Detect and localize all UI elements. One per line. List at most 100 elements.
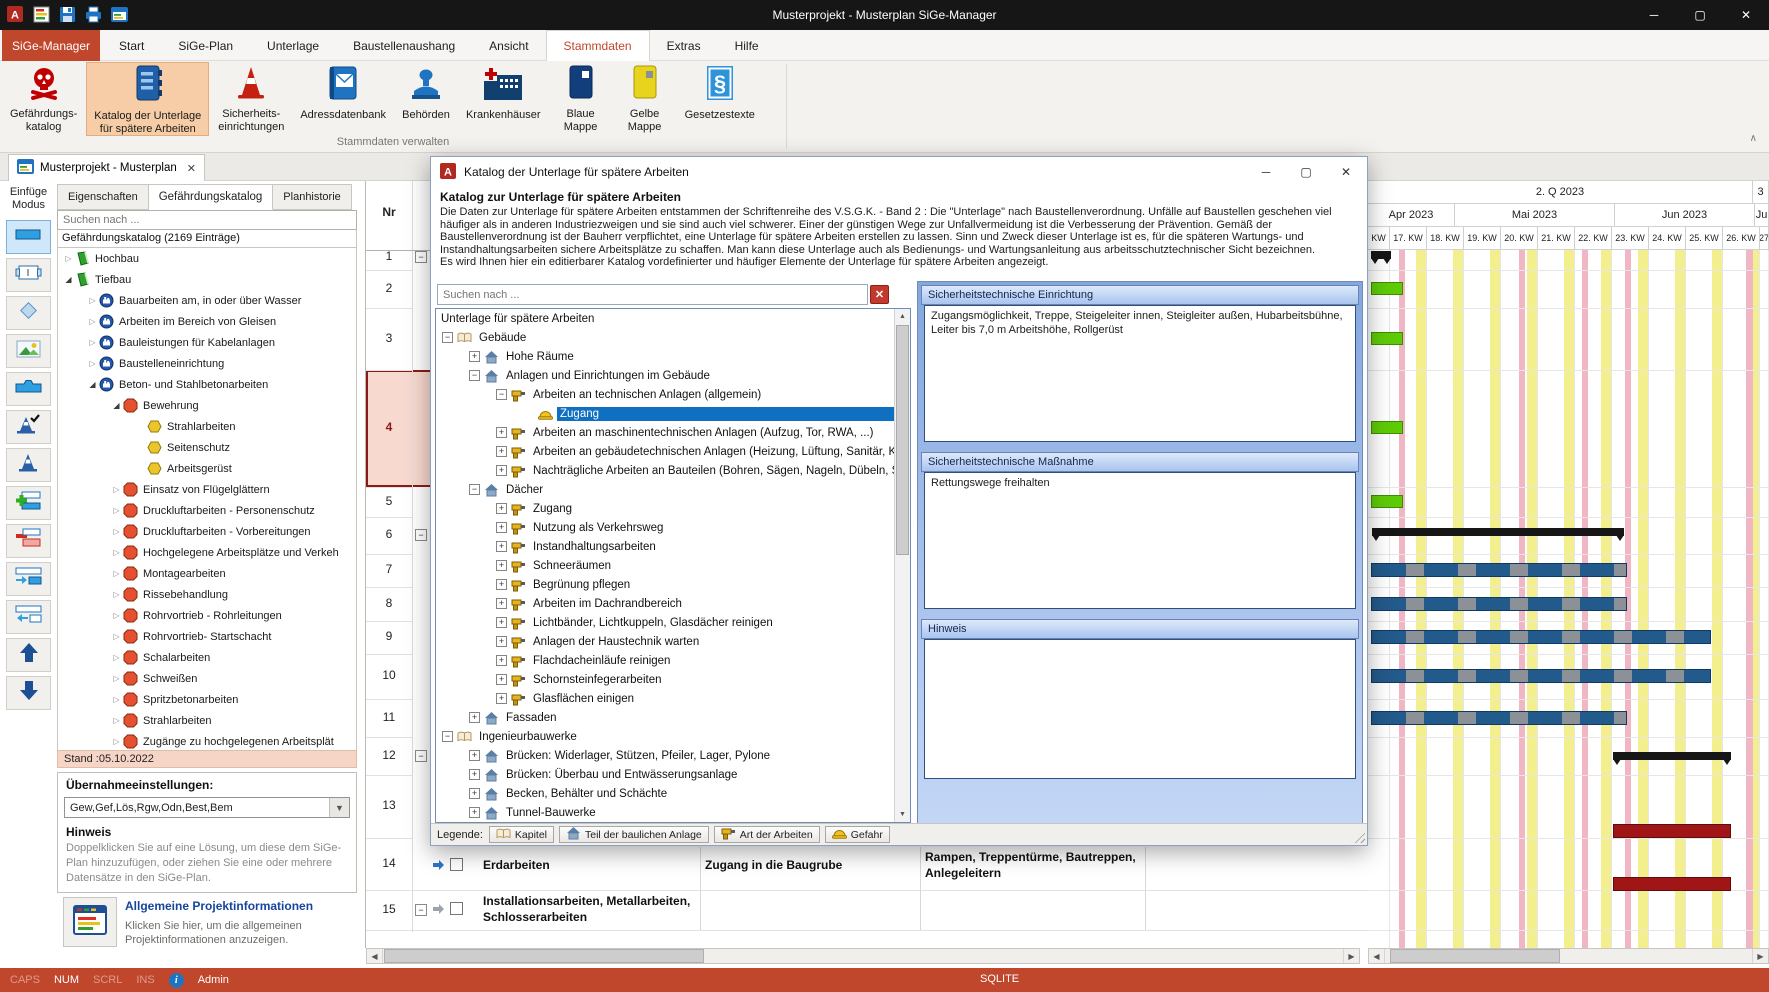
legend-gefahr[interactable]: Gefahr bbox=[824, 826, 890, 843]
row-number-1[interactable]: 1 bbox=[366, 249, 412, 263]
tool-cone-button[interactable] bbox=[6, 448, 51, 482]
dialog-tree-item-becken-behälter-und-schächte[interactable]: + Becken, Behälter und Schächte bbox=[436, 784, 894, 803]
tree-item-bauarbeiten-am-in-oder-über-wasser[interactable]: ▷ Bauarbeiten am, in oder über Wasser bbox=[58, 290, 356, 311]
tree-item-zugänge-zu-hochgelegenen-arbeitsplät[interactable]: ▷ Zugänge zu hochgelegenen Arbeitsplät bbox=[58, 731, 356, 750]
gantt-bar-sum[interactable] bbox=[1372, 528, 1624, 541]
cell-gewerk-14[interactable]: Erdarbeiten bbox=[483, 857, 693, 873]
row-number-7[interactable]: 7 bbox=[366, 562, 412, 576]
table-scrollbar-thumb[interactable] bbox=[384, 949, 704, 963]
collapse-icon[interactable]: − bbox=[442, 332, 453, 343]
tree-item-baustelleneinrichtung[interactable]: ▷ Baustelleneinrichtung bbox=[58, 353, 356, 374]
info-icon[interactable]: i bbox=[168, 972, 184, 988]
note-text[interactable] bbox=[924, 639, 1356, 779]
ribbon-button-sicherheits-einrichtungen[interactable]: Sicherheits- einrichtungen bbox=[211, 62, 291, 136]
expand-icon[interactable]: + bbox=[469, 788, 480, 799]
menu-tab-baustellenaushang[interactable]: Baustellenaushang bbox=[336, 30, 472, 61]
collapsed-icon[interactable]: ▷ bbox=[110, 569, 123, 578]
expand-icon[interactable]: + bbox=[496, 598, 507, 609]
tree-item-rohrvortrieb-startschacht[interactable]: ▷ Rohrvortrieb- Startschacht bbox=[58, 626, 356, 647]
gantt-bar-seg[interactable] bbox=[1371, 711, 1627, 725]
row-number-5[interactable]: 5 bbox=[366, 494, 412, 508]
dialog-tree-item-arbeiten-an-technischen-anlagen-allgemein[interactable]: − Arbeiten an technischen Anlagen (allgem… bbox=[436, 385, 894, 404]
menu-tab-sige-manager[interactable]: SiGe-Manager bbox=[2, 30, 100, 61]
tab-planhistorie[interactable]: Planhistorie bbox=[273, 184, 352, 210]
row-collapse-icon[interactable]: − bbox=[415, 529, 427, 541]
menu-tab-start[interactable]: Start bbox=[102, 30, 161, 61]
tree-item-schweißen[interactable]: ▷ Schweißen bbox=[58, 668, 356, 689]
dialog-tree-item-schornsteinfegerarbeiten[interactable]: + Schornsteinfegerarbeiten bbox=[436, 670, 894, 689]
tree-item-seitenschutz[interactable]: Seitenschutz bbox=[58, 437, 356, 458]
tree-item-schalarbeiten[interactable]: ▷ Schalarbeiten bbox=[58, 647, 356, 668]
row-number-12[interactable]: 12 bbox=[366, 748, 412, 762]
expand-icon[interactable]: + bbox=[496, 446, 507, 457]
row-number-6[interactable]: 6 bbox=[366, 527, 412, 541]
cell-gefahr-14[interactable]: Zugang in die Baugrube bbox=[705, 857, 915, 873]
tool-bar-button[interactable] bbox=[6, 220, 51, 254]
collapse-icon[interactable]: − bbox=[496, 389, 507, 400]
cell-loesung-14[interactable]: Rampen, Treppentürme, Bautreppen, Anlege… bbox=[925, 849, 1143, 881]
legend-art-der-arbeiten[interactable]: Art der Arbeiten bbox=[713, 826, 820, 843]
tool-bar2-button[interactable] bbox=[6, 372, 51, 406]
dialog-tree-item-fassaden[interactable]: + Fassaden bbox=[436, 708, 894, 727]
expand-icon[interactable]: + bbox=[469, 712, 480, 723]
dialog-tree-item-begrünung-pflegen[interactable]: + Begrünung pflegen bbox=[436, 575, 894, 594]
scroll-right-icon[interactable]: ▶ bbox=[1343, 949, 1359, 963]
expand-icon[interactable]: + bbox=[496, 560, 507, 571]
scroll-down-icon[interactable]: ▼ bbox=[895, 807, 910, 822]
maximize-button[interactable]: ▢ bbox=[1677, 0, 1723, 30]
tool-rowremove-button[interactable] bbox=[6, 524, 51, 558]
dialog-tree-item-nutzung-als-verkehrsweg[interactable]: + Nutzung als Verkehrsweg bbox=[436, 518, 894, 537]
collapsed-icon[interactable]: ▷ bbox=[62, 254, 75, 263]
tree-item-beton-und-stahlbetonarbeiten[interactable]: ◢ Beton- und Stahlbetonarbeiten bbox=[58, 374, 356, 395]
expand-icon[interactable]: + bbox=[496, 503, 507, 514]
collapsed-icon[interactable]: ▷ bbox=[110, 674, 123, 683]
tool-insleft-button[interactable] bbox=[6, 600, 51, 634]
collapsed-icon[interactable]: ▷ bbox=[110, 590, 123, 599]
dialog-tree-item-schneeräumen[interactable]: + Schneeräumen bbox=[436, 556, 894, 575]
row-number-13[interactable]: 13 bbox=[366, 798, 412, 812]
dialog-tree-scrollbar[interactable]: ▲ ▼ bbox=[894, 309, 910, 822]
tree-item-einsatz-von-flügelglättern[interactable]: ▷ Einsatz von Flügelglättern bbox=[58, 479, 356, 500]
dialog-tree-item-flachdacheinläufe-reinigen[interactable]: + Flachdacheinläufe reinigen bbox=[436, 651, 894, 670]
row-number-8[interactable]: 8 bbox=[366, 596, 412, 610]
row-collapse-icon[interactable]: − bbox=[415, 904, 427, 916]
project-info-button[interactable] bbox=[63, 897, 117, 947]
tool-insright-button[interactable] bbox=[6, 562, 51, 596]
gantt-bar-seg[interactable] bbox=[1371, 669, 1711, 683]
collapsed-icon[interactable]: ▷ bbox=[110, 695, 123, 704]
dialog-tree-item-anlagen-der-haustechnik-warten[interactable]: + Anlagen der Haustechnik warten bbox=[436, 632, 894, 651]
project-info-title[interactable]: Allgemeine Projektinformationen bbox=[125, 899, 313, 913]
row-collapse-icon[interactable]: − bbox=[415, 750, 427, 762]
tree-item-spritzbetonarbeiten[interactable]: ▷ Spritzbetonarbeiten bbox=[58, 689, 356, 710]
dialog-tree-root[interactable]: Unterlage für spätere Arbeiten bbox=[436, 309, 894, 328]
expand-icon[interactable]: + bbox=[496, 427, 507, 438]
tool-conecheck-button[interactable] bbox=[6, 410, 51, 444]
menu-tab-ansicht[interactable]: Ansicht bbox=[472, 30, 545, 61]
gantt-bar-green[interactable] bbox=[1371, 282, 1403, 295]
row-checkbox[interactable] bbox=[450, 902, 463, 915]
tree-item-arbeiten-im-bereich-von-gleisen[interactable]: ▷ Arbeiten im Bereich von Gleisen bbox=[58, 311, 356, 332]
legend-kapitel[interactable]: Kapitel bbox=[488, 826, 554, 843]
dialog-tree-item-brücken-überbau-und-entwässerungsanlage[interactable]: + Brücken: Überbau und Entwässerungsanlag… bbox=[436, 765, 894, 784]
expand-icon[interactable]: + bbox=[496, 674, 507, 685]
tool-textfield-button[interactable] bbox=[6, 258, 51, 292]
menu-tab-unterlage[interactable]: Unterlage bbox=[250, 30, 336, 61]
tree-item-rissebehandlung[interactable]: ▷ Rissebehandlung bbox=[58, 584, 356, 605]
row-link-icon[interactable] bbox=[432, 902, 445, 920]
expand-icon[interactable]: + bbox=[496, 522, 507, 533]
dialog-tree-item-lichtbänder-lichtkuppeln-glasdächer-reinigen[interactable]: + Lichtbänder, Lichtkuppeln, Glasdächer r… bbox=[436, 613, 894, 632]
scroll-right-icon[interactable]: ▶ bbox=[1752, 949, 1768, 963]
dialog-tree-item-ingenieurbauwerke[interactable]: − Ingenieurbauwerke bbox=[436, 727, 894, 746]
scroll-left-icon[interactable]: ◀ bbox=[1369, 949, 1385, 963]
tree-item-bewehrung[interactable]: ◢ Bewehrung bbox=[58, 395, 356, 416]
collapsed-icon[interactable]: ▷ bbox=[86, 296, 99, 305]
collapsed-icon[interactable]: ▷ bbox=[110, 716, 123, 725]
dialog-tree-item-anlagen-und-einrichtungen-im-gebäude[interactable]: − Anlagen und Einrichtungen im Gebäude bbox=[436, 366, 894, 385]
tree-item-hochgelegene-arbeitsplätze-und-verkeh[interactable]: ▷ Hochgelegene Arbeitsplätze und Verkeh bbox=[58, 542, 356, 563]
dialog-tree-item-zugang[interactable]: Zugang bbox=[436, 404, 894, 423]
row-number-3[interactable]: 3 bbox=[366, 331, 412, 345]
ribbon-button-blaue-mappe[interactable]: Blaue Mappe bbox=[550, 62, 612, 136]
collapse-icon[interactable]: − bbox=[469, 484, 480, 495]
tree-item-druckluftarbeiten-vorbereitungen[interactable]: ▷ Druckluftarbeiten - Vorbereitungen bbox=[58, 521, 356, 542]
row-number-15[interactable]: 15 bbox=[366, 902, 412, 916]
